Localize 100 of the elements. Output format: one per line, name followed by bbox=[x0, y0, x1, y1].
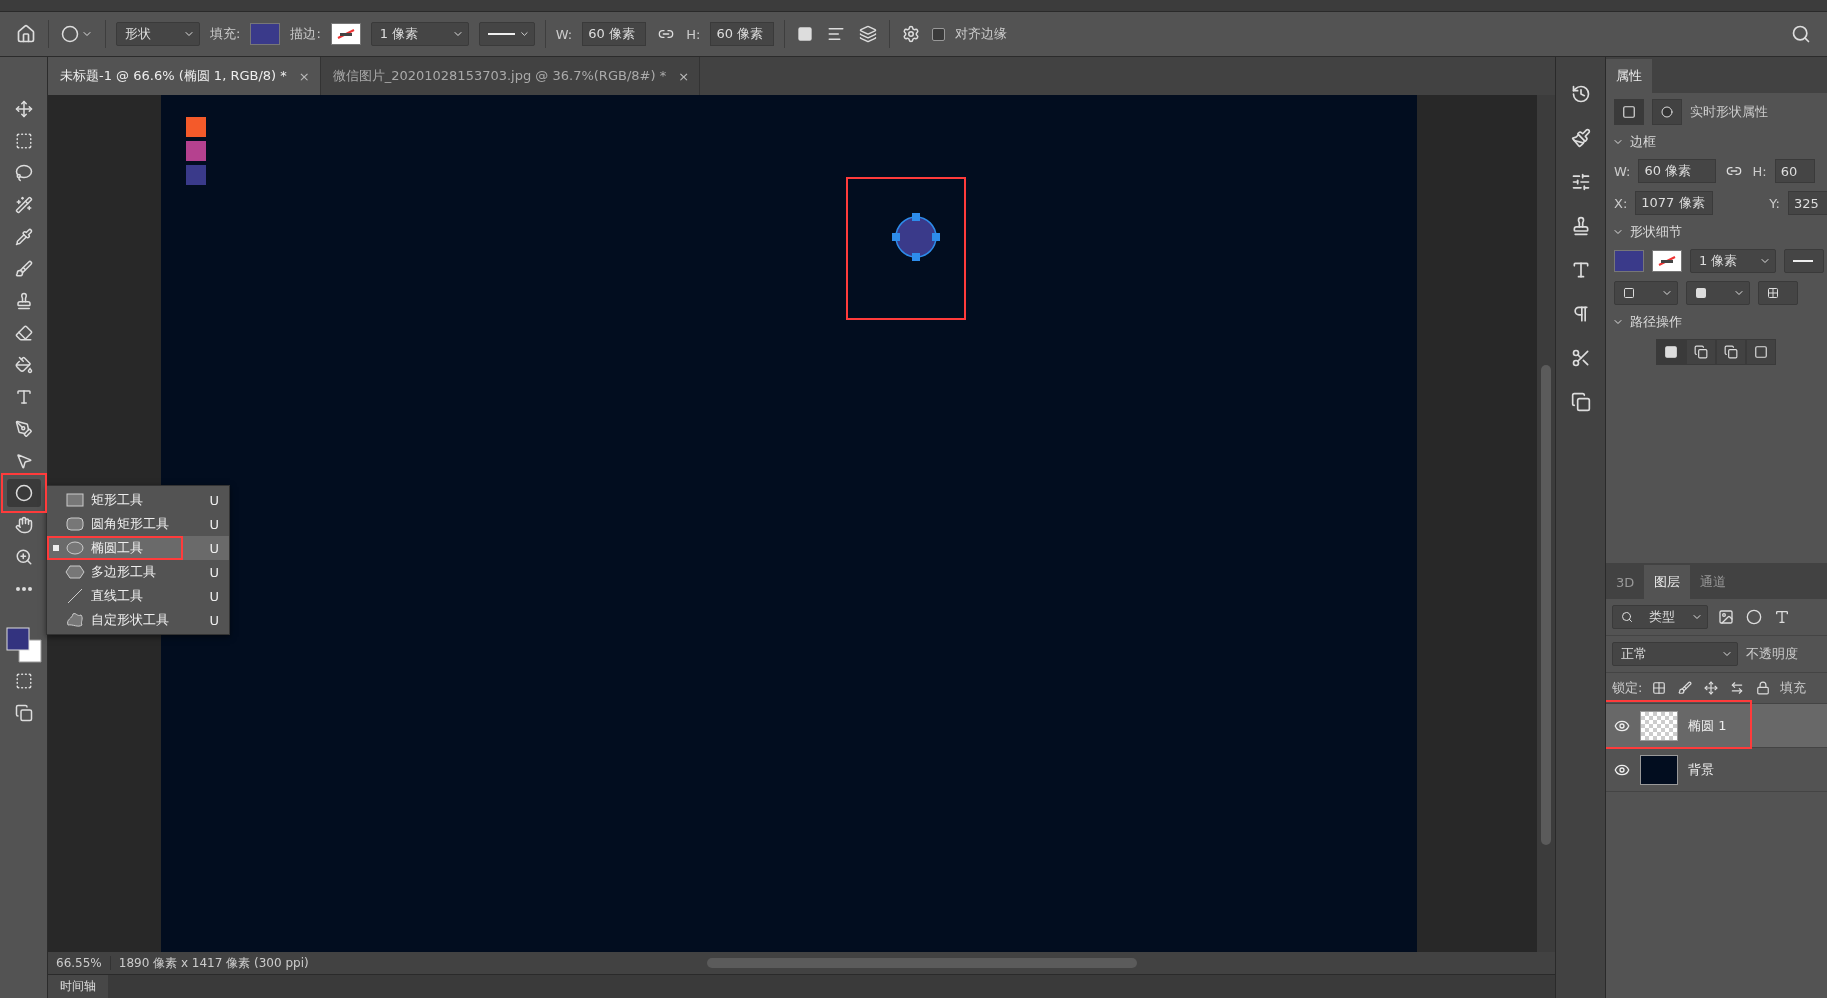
square-icon bbox=[1622, 105, 1636, 119]
arrows-icon bbox=[1730, 681, 1745, 695]
grid-icon bbox=[1652, 681, 1667, 695]
ellipse-icon bbox=[65, 539, 85, 557]
height-label: H: bbox=[686, 26, 701, 42]
lock-label: 锁定: bbox=[1612, 679, 1643, 697]
wand-icon bbox=[14, 196, 33, 214]
x-label: X: bbox=[1614, 195, 1628, 211]
intersect-shapes-button[interactable] bbox=[1716, 339, 1746, 365]
fill-color-swatch[interactable] bbox=[250, 23, 281, 45]
type-icon bbox=[14, 388, 33, 406]
subtract-shape-button[interactable] bbox=[1686, 339, 1716, 365]
x-field[interactable]: 1077 像素 bbox=[1635, 191, 1714, 215]
scissors-icon bbox=[1570, 348, 1591, 368]
square-icon bbox=[1623, 287, 1635, 299]
scrollbar-thumb[interactable] bbox=[1541, 365, 1551, 845]
blob-shape-icon bbox=[65, 611, 85, 629]
stroke-width-select[interactable]: 1 像素 bbox=[1690, 249, 1776, 273]
stroke-align-select[interactable] bbox=[1614, 281, 1678, 305]
stroke-cap-select[interactable] bbox=[1686, 281, 1750, 305]
highlight-frame bbox=[0, 473, 47, 513]
lasso-icon bbox=[14, 164, 33, 182]
mask-button[interactable] bbox=[1652, 99, 1682, 125]
y-field[interactable]: 325 bbox=[1787, 191, 1827, 215]
scrollbar-thumb[interactable] bbox=[706, 958, 1137, 968]
stamp-icon bbox=[14, 292, 33, 310]
menu-item[interactable]: 自定形状工具 U bbox=[47, 608, 229, 632]
align-left-icon bbox=[827, 25, 846, 43]
timeline-tab[interactable]: 时间轴 bbox=[48, 974, 108, 998]
close-button[interactable]: × bbox=[298, 68, 310, 84]
stroke-swatch[interactable] bbox=[330, 23, 361, 45]
combine-shapes-button[interactable] bbox=[1656, 339, 1686, 365]
rounded-rectangle-icon bbox=[65, 515, 85, 533]
image-icon bbox=[1718, 609, 1734, 625]
exclude-overlap-button[interactable] bbox=[1746, 339, 1776, 365]
layers-icon bbox=[859, 25, 878, 43]
width-label: W: bbox=[1614, 163, 1631, 179]
stroke-swatch[interactable] bbox=[1652, 250, 1682, 272]
color-swatches-icon[interactable] bbox=[5, 627, 42, 663]
hexagon-icon bbox=[65, 563, 85, 581]
quick-mask-icon bbox=[14, 672, 33, 690]
menu-item[interactable]: 椭圆工具 U bbox=[47, 536, 229, 560]
stroke-type-select[interactable] bbox=[1784, 249, 1824, 273]
y-label: Y: bbox=[1769, 195, 1780, 211]
search-icon bbox=[1621, 611, 1633, 623]
fill-color-swatch[interactable] bbox=[1614, 250, 1644, 272]
circle-icon bbox=[1746, 609, 1762, 625]
stroke-width-select[interactable]: 1 像素 bbox=[370, 22, 469, 46]
document-tab[interactable]: 未标题-1 @ 66.6% (椭圆 1, RGB/8) * × bbox=[48, 57, 321, 95]
width-label: W: bbox=[555, 26, 573, 42]
lock-icon bbox=[1756, 681, 1771, 695]
width-field[interactable]: 60 像素 bbox=[1638, 159, 1717, 183]
overlap-icon bbox=[1724, 345, 1738, 359]
paint-bucket-icon bbox=[14, 356, 33, 374]
no-stroke-icon bbox=[1657, 256, 1677, 266]
menu-item[interactable]: 多边形工具 U bbox=[47, 560, 229, 584]
adjustment-filter-button[interactable] bbox=[1744, 607, 1764, 627]
marquee-icon bbox=[14, 132, 33, 150]
square-icon bbox=[1664, 345, 1678, 359]
properties-tab[interactable]: 属性 bbox=[1606, 59, 1652, 93]
fill-label: 填充: bbox=[210, 25, 241, 43]
overlap-icon bbox=[1694, 345, 1708, 359]
panel-tab[interactable]: 图层 bbox=[1644, 565, 1691, 599]
layer-name: 椭圆 1 bbox=[1688, 716, 1727, 735]
search-icon bbox=[1791, 24, 1811, 44]
rectangle-icon bbox=[65, 491, 85, 509]
height-field[interactable]: 60 像素 bbox=[710, 22, 775, 46]
close-button[interactable]: × bbox=[678, 68, 690, 84]
move-icon bbox=[1704, 681, 1719, 695]
layer-filter-select[interactable]: 类型 bbox=[1612, 605, 1708, 629]
section-title: 形状细节 bbox=[1630, 223, 1682, 241]
menu-item[interactable]: 直线工具 U bbox=[47, 584, 229, 608]
line-style-icon bbox=[487, 32, 515, 36]
section-title: 边框 bbox=[1630, 133, 1656, 151]
transform-button[interactable] bbox=[1614, 99, 1644, 125]
menu-item[interactable]: 圆角矩形工具 U bbox=[47, 512, 229, 536]
brush-icon bbox=[1570, 128, 1591, 148]
align-edges-checkbox[interactable] bbox=[932, 27, 946, 41]
tool-button[interactable] bbox=[6, 479, 41, 507]
stroke-corner-select[interactable] bbox=[1758, 281, 1798, 305]
circle-icon bbox=[1661, 106, 1673, 118]
image-filter-button[interactable] bbox=[1716, 607, 1736, 627]
eyedropper-icon bbox=[14, 228, 33, 246]
height-field[interactable]: 60 bbox=[1774, 159, 1815, 183]
no-stroke-icon bbox=[335, 29, 356, 39]
square-icon bbox=[1754, 345, 1768, 359]
grid-icon bbox=[1767, 287, 1779, 299]
stroke-type-select[interactable] bbox=[478, 22, 535, 46]
menu-item[interactable]: 矩形工具 U bbox=[47, 488, 229, 512]
section-title: 路径操作 bbox=[1630, 313, 1682, 331]
height-label: H: bbox=[1752, 163, 1767, 179]
width-field[interactable]: 60 像素 bbox=[582, 22, 647, 46]
blend-mode-select[interactable]: 正常 bbox=[1612, 642, 1738, 666]
home-icon bbox=[16, 24, 36, 44]
layer-thumbnail bbox=[1640, 710, 1678, 741]
layer-thumbnail bbox=[1640, 754, 1678, 785]
lock-paint-button[interactable] bbox=[1676, 679, 1695, 697]
shape-mode-select[interactable]: 形状 bbox=[116, 22, 200, 46]
brush-icon bbox=[14, 260, 33, 278]
zoom-level: 66.55% bbox=[48, 956, 111, 970]
